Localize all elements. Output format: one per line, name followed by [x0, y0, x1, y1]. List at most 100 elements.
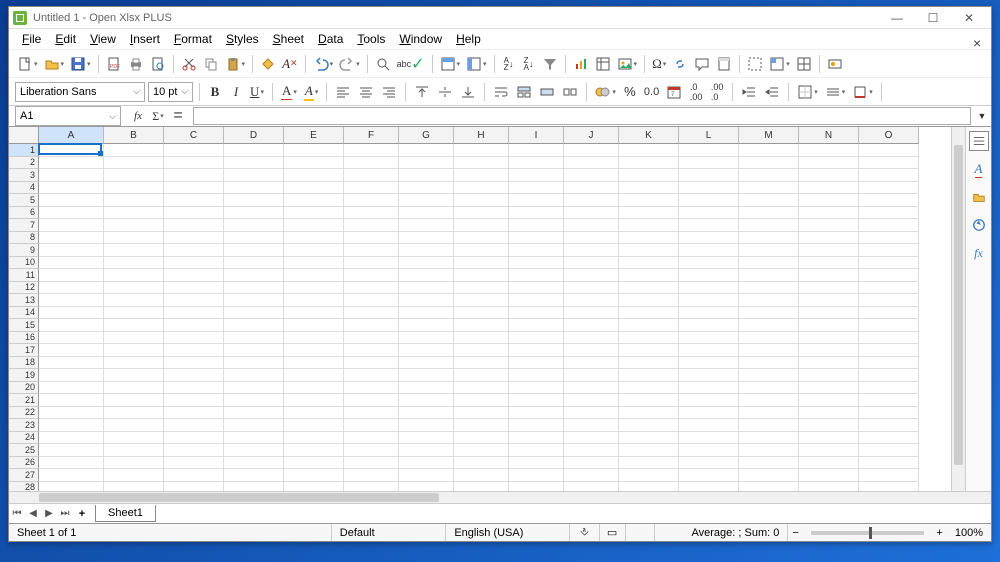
cell[interactable]	[564, 369, 619, 382]
cell[interactable]	[509, 369, 564, 382]
cell[interactable]	[284, 307, 344, 320]
cell[interactable]	[564, 194, 619, 207]
column-header[interactable]: G	[399, 127, 454, 144]
cell[interactable]	[564, 419, 619, 432]
cell[interactable]	[399, 219, 454, 232]
cell[interactable]	[224, 232, 284, 245]
cell[interactable]	[344, 407, 399, 420]
cell[interactable]	[104, 169, 164, 182]
cell[interactable]	[224, 407, 284, 420]
cell[interactable]	[104, 469, 164, 482]
cell[interactable]	[284, 157, 344, 170]
cell[interactable]	[799, 419, 859, 432]
delete-decimal-button[interactable]: .00.0	[708, 82, 726, 102]
cell[interactable]	[509, 444, 564, 457]
cell[interactable]	[619, 257, 679, 270]
cell[interactable]	[224, 207, 284, 220]
cell[interactable]	[224, 332, 284, 345]
cell[interactable]	[39, 469, 104, 482]
cell[interactable]	[104, 332, 164, 345]
cell[interactable]	[859, 169, 919, 182]
cell[interactable]	[564, 319, 619, 332]
cell[interactable]	[164, 369, 224, 382]
cell[interactable]	[799, 157, 859, 170]
cell[interactable]	[164, 419, 224, 432]
status-language[interactable]: English (USA)	[446, 524, 570, 541]
add-decimal-button[interactable]: .0.00	[687, 82, 705, 102]
cell[interactable]	[799, 257, 859, 270]
cell[interactable]	[284, 469, 344, 482]
column-button[interactable]	[464, 54, 489, 74]
cell[interactable]	[344, 319, 399, 332]
cell[interactable]	[399, 307, 454, 320]
cell[interactable]	[509, 269, 564, 282]
border-style-button[interactable]	[823, 82, 848, 102]
cell[interactable]	[104, 144, 164, 157]
cell[interactable]	[619, 244, 679, 257]
align-bottom-button[interactable]	[458, 82, 478, 102]
cell[interactable]	[679, 357, 739, 370]
cell[interactable]	[399, 382, 454, 395]
cell[interactable]	[164, 182, 224, 195]
cell[interactable]	[224, 469, 284, 482]
cell[interactable]	[344, 482, 399, 492]
borders-button[interactable]	[795, 82, 820, 102]
cell[interactable]	[859, 332, 919, 345]
row-header[interactable]: 10	[9, 257, 39, 270]
cell[interactable]	[799, 482, 859, 492]
cell[interactable]	[619, 219, 679, 232]
cell[interactable]	[679, 269, 739, 282]
cell[interactable]	[104, 419, 164, 432]
cell[interactable]	[399, 182, 454, 195]
cell[interactable]	[224, 482, 284, 492]
cell[interactable]	[164, 357, 224, 370]
cell[interactable]	[509, 357, 564, 370]
row-header[interactable]: 27	[9, 469, 39, 482]
navigator-panel-icon[interactable]	[969, 215, 989, 235]
cell[interactable]	[454, 207, 509, 220]
cell[interactable]	[284, 219, 344, 232]
cell[interactable]	[619, 194, 679, 207]
cell[interactable]	[344, 219, 399, 232]
row-header[interactable]: 23	[9, 419, 39, 432]
cell[interactable]	[679, 257, 739, 270]
column-header[interactable]: I	[509, 127, 564, 144]
cell[interactable]	[399, 432, 454, 445]
cell[interactable]	[564, 232, 619, 245]
cell[interactable]	[454, 307, 509, 320]
cell[interactable]	[509, 457, 564, 470]
cell[interactable]	[454, 269, 509, 282]
cell[interactable]	[679, 182, 739, 195]
column-header[interactable]: L	[679, 127, 739, 144]
cell[interactable]	[224, 269, 284, 282]
cell[interactable]	[399, 194, 454, 207]
cell[interactable]	[739, 282, 799, 295]
cell[interactable]	[564, 269, 619, 282]
cell[interactable]	[164, 157, 224, 170]
cell[interactable]	[39, 382, 104, 395]
cell[interactable]	[399, 232, 454, 245]
cell[interactable]	[799, 144, 859, 157]
cell[interactable]	[284, 294, 344, 307]
cell[interactable]	[399, 169, 454, 182]
cell[interactable]	[739, 219, 799, 232]
cell[interactable]	[739, 144, 799, 157]
cell[interactable]	[104, 457, 164, 470]
cell[interactable]	[799, 332, 859, 345]
cell[interactable]	[399, 319, 454, 332]
cell[interactable]	[564, 332, 619, 345]
cell[interactable]	[284, 182, 344, 195]
cell[interactable]	[564, 394, 619, 407]
cell[interactable]	[399, 469, 454, 482]
cell[interactable]	[619, 357, 679, 370]
cell[interactable]	[739, 244, 799, 257]
column-header[interactable]: N	[799, 127, 859, 144]
row-header[interactable]: 21	[9, 394, 39, 407]
cell[interactable]	[739, 419, 799, 432]
cell[interactable]	[509, 332, 564, 345]
cell[interactable]	[564, 257, 619, 270]
cell[interactable]	[454, 369, 509, 382]
cell[interactable]	[344, 457, 399, 470]
cell[interactable]	[39, 407, 104, 420]
select-all-corner[interactable]	[9, 127, 39, 144]
